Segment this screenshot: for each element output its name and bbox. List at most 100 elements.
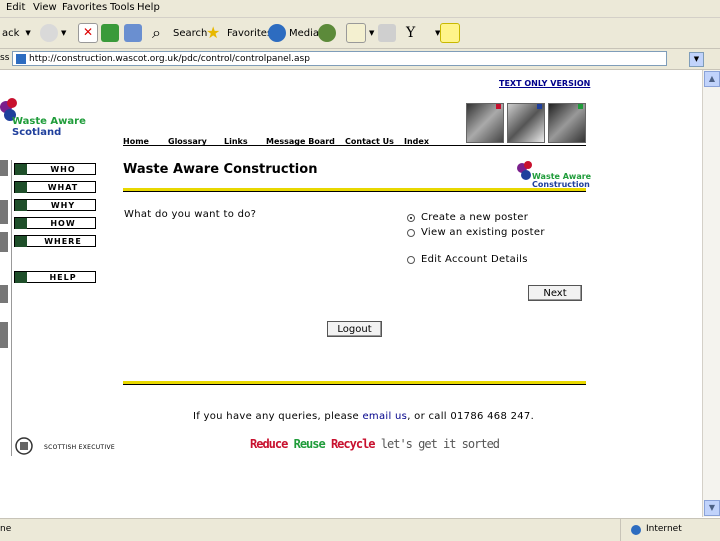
menu-tools[interactable]: Tools (110, 2, 135, 13)
address-dropdown-icon[interactable]: ▼ (689, 52, 704, 67)
favorites-label: Favorites (227, 27, 273, 39)
menu-bar: Edit View Favorites Tools Help (0, 0, 720, 18)
menu-edit[interactable]: Edit (6, 2, 25, 13)
email-us-link[interactable]: email us (362, 411, 407, 422)
search-icon: ⌕ (152, 23, 161, 42)
globe-icon (631, 525, 641, 535)
forward-button[interactable]: ▼ (40, 23, 66, 43)
sidebar-box-icon (15, 200, 27, 211)
address-text: http://construction.wascot.org.uk/pdc/co… (29, 54, 310, 64)
side-photo (0, 285, 8, 303)
menu-help[interactable]: Help (137, 2, 160, 13)
option-label: View an existing poster (421, 227, 545, 238)
radio-create-poster[interactable] (407, 214, 415, 222)
radio-edit-account[interactable] (407, 256, 415, 264)
option-label: Edit Account Details (421, 254, 528, 265)
messenger-icon: Y (406, 25, 416, 41)
back-label: ack (2, 27, 20, 39)
sidebar-box-icon (15, 182, 27, 193)
slogan-reuse: Reuse (293, 437, 326, 451)
sidebar-item-label: WHAT (47, 183, 79, 192)
sidebar-item-label: HELP (49, 273, 77, 282)
header-photo (548, 103, 586, 143)
back-button[interactable]: ack ▼ (2, 23, 31, 43)
media-button[interactable]: Media (268, 23, 319, 43)
menu-favorites[interactable]: Favorites (62, 2, 107, 13)
chevron-down-icon[interactable]: ▼ (25, 29, 30, 37)
sidebar-item-who[interactable]: WHO (14, 163, 96, 175)
status-divider (620, 519, 621, 541)
sidebar-item-why[interactable]: WHY (14, 199, 96, 211)
sidebar-item-label: WHERE (44, 237, 82, 246)
next-button[interactable]: Next (528, 285, 582, 301)
chevron-down-icon: ▼ (61, 29, 67, 37)
stop-button[interactable]: ✕ (78, 23, 101, 43)
chevron-down-icon: ▼ (369, 29, 375, 37)
security-zone: Internet (646, 524, 682, 534)
search-label: Search (173, 27, 208, 39)
nav-divider (123, 145, 586, 146)
footer-rule (123, 381, 586, 385)
footer-text-after: , or call 01786 468 247. (407, 411, 535, 422)
refresh-button[interactable] (101, 23, 122, 43)
sidebar-item-help[interactable]: HELP (14, 271, 96, 283)
home-button[interactable] (124, 23, 145, 43)
sidebar-item-label: WHY (50, 201, 76, 210)
reduce-reuse-recycle-slogan: Reduce Reuse Recycle let's get it sorted (250, 437, 500, 451)
notes-button[interactable] (440, 23, 463, 43)
question-label: What do you want to do? (124, 209, 257, 220)
sidebar-item-label: HOW (50, 219, 76, 228)
header-photo (507, 103, 545, 143)
left-rule (11, 160, 12, 456)
slogan-recycle: Recycle (330, 437, 376, 451)
stop-icon: ✕ (78, 23, 98, 43)
forward-icon (40, 24, 58, 42)
home-icon (124, 24, 142, 42)
mail-button[interactable]: ▼ (346, 23, 374, 43)
sidebar-box-icon (15, 236, 27, 247)
note-icon (440, 23, 460, 43)
status-text: ne (0, 524, 12, 534)
side-photo (0, 322, 8, 348)
media-icon (268, 24, 286, 42)
logo-line2: Scotland (12, 127, 62, 138)
logout-button[interactable]: Logout (327, 321, 382, 337)
address-label: ss (0, 53, 10, 63)
contact-footer: If you have any queries, please email us… (193, 411, 534, 422)
sidebar-item-how[interactable]: HOW (14, 217, 96, 229)
print-button[interactable] (378, 23, 399, 43)
search-button[interactable]: ⌕ Search (152, 23, 207, 43)
sidebar-item-label: WHO (50, 165, 76, 174)
sidebar-item-what[interactable]: WHAT (14, 181, 96, 193)
side-photo (0, 200, 8, 224)
scroll-down-icon[interactable]: ▼ (704, 500, 720, 516)
scroll-up-icon[interactable]: ▲ (704, 71, 720, 87)
footer-text-before: If you have any queries, please (193, 411, 363, 422)
side-photo (0, 160, 8, 176)
page-icon (16, 54, 26, 64)
photo-marker-icon (537, 104, 542, 109)
header-photo (466, 103, 504, 143)
slogan-tagline: let's get it sorted (380, 437, 500, 451)
messenger-button[interactable]: Y ▼ (406, 23, 440, 43)
sidebar-box-icon (15, 164, 27, 175)
sidebar-box-icon (15, 218, 27, 229)
page-title: Waste Aware Construction (123, 162, 318, 177)
radio-view-poster[interactable] (407, 229, 415, 237)
menu-view[interactable]: View (33, 2, 57, 13)
toolbar: ack ▼ ▼ ✕ ⌕ Search ★ Favorites Media ▼ Y… (0, 18, 720, 49)
sidebar-item-where[interactable]: WHERE (14, 235, 96, 247)
favorites-button[interactable]: ★ Favorites (206, 23, 272, 43)
history-button[interactable] (318, 23, 339, 43)
mail-icon (346, 23, 366, 43)
refresh-icon (101, 24, 119, 42)
logo-line1: Waste Aware (12, 116, 86, 127)
text-only-link[interactable]: TEXT ONLY VERSION (499, 79, 590, 88)
title-rule (123, 188, 586, 192)
vertical-scrollbar[interactable]: ▲ ▼ (702, 70, 720, 517)
address-input[interactable]: http://construction.wascot.org.uk/pdc/co… (12, 51, 667, 66)
status-bar: ne Internet (0, 518, 720, 541)
crest-icon (15, 437, 33, 455)
sidebar-box-icon (15, 272, 27, 283)
history-icon (318, 24, 336, 42)
